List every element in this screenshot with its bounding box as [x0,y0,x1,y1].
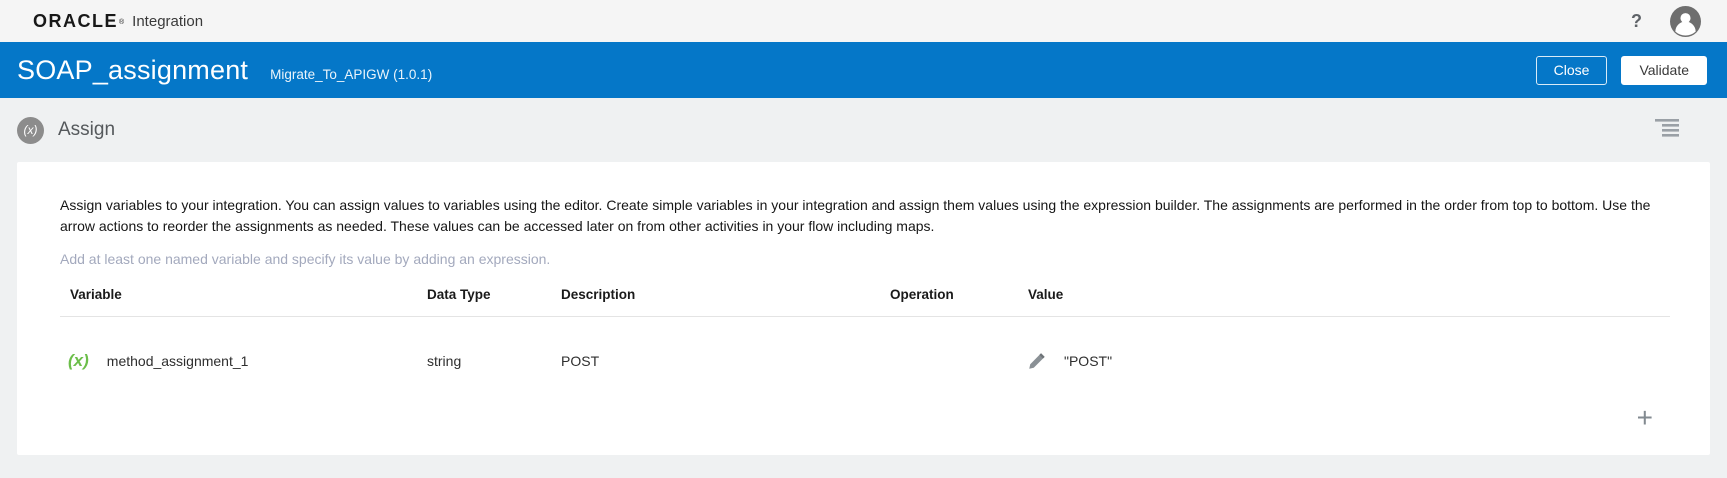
page-header: SOAP_assignment Migrate_To_APIGW (1.0.1)… [0,42,1727,98]
variable-fx-icon: (x) [68,350,89,370]
add-variable-button[interactable]: + [1637,403,1653,431]
variable-cell: (x) method_assignment_1 [60,351,427,371]
product-name: Integration [132,12,204,30]
brand: ORACLE ® Integration [33,11,203,32]
validate-button[interactable]: Validate [1621,55,1707,85]
description-cell: POST [561,352,600,369]
assign-section-bar: (x) Assign [0,98,1727,162]
user-avatar-icon[interactable] [1670,5,1701,37]
page-title: SOAP_assignment [17,54,249,85]
page-header-actions: Close Validate [1535,55,1707,85]
column-header-value: Value [1028,287,1670,317]
help-icon[interactable]: ? [1627,11,1646,32]
table-header-row: Variable Data Type Description Operation… [60,287,1670,317]
section-title: Assign [58,119,116,140]
close-button[interactable]: Close [1535,55,1608,85]
table-row[interactable]: (x) method_assignment_1 string POST "POS… [60,317,1670,405]
topbar-actions: ? [1627,5,1701,37]
variables-table: Variable Data Type Description Operation… [60,287,1670,405]
add-variable-hint: Add at least one named variable and spec… [60,251,551,267]
data-type-cell: string [427,352,462,369]
assign-fx-icon: (x) [17,116,44,144]
value-cell: "POST" [1028,352,1670,370]
column-header-data-type: Data Type [427,287,561,317]
value-expression: "POST" [1064,352,1113,369]
oracle-logo: ORACLE [33,10,118,31]
column-header-operation: Operation [890,287,1028,317]
app-topbar: ORACLE ® Integration ? [0,0,1727,42]
assign-description: Assign variables to your integration. Yo… [60,197,1651,234]
operation-cell [890,317,1028,405]
integration-version-label: Migrate_To_APIGW (1.0.1) [270,66,433,82]
edit-pencil-icon[interactable] [1028,352,1046,370]
page-header-titles: SOAP_assignment Migrate_To_APIGW (1.0.1) [17,55,432,86]
column-header-variable: Variable [60,287,427,317]
reorder-menu-icon[interactable] [1655,118,1680,142]
trademark-mark: ® [119,18,125,26]
column-header-description: Description [561,287,890,317]
assign-panel: Assign variables to your integration. Yo… [17,162,1710,455]
assign-section-title-group: (x) Assign [17,116,116,144]
variable-name: method_assignment_1 [106,352,249,369]
add-row-container: + [60,403,1660,431]
